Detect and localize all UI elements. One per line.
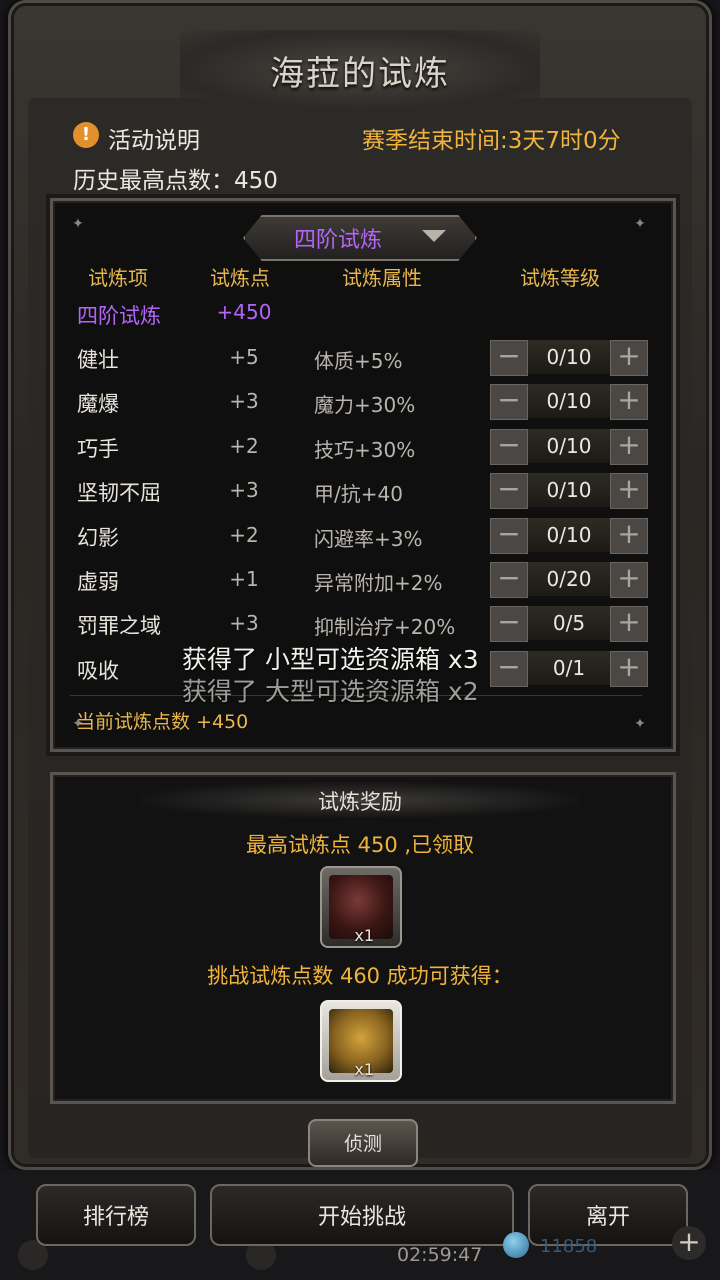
trial-row-level: 0/10 xyxy=(528,518,610,552)
trial-row-name: 吸收 xyxy=(77,659,119,683)
decrease-button[interactable]: − xyxy=(490,429,528,465)
trial-row-attribute: 魔力+30% xyxy=(314,393,416,417)
item-count: x1 xyxy=(354,1060,374,1079)
reward-toast: 获得了 小型可选资源箱 x3 xyxy=(182,645,479,674)
decrease-button[interactable]: − xyxy=(490,651,528,687)
add-currency-button[interactable]: + xyxy=(672,1226,706,1260)
column-header: 试炼属性 xyxy=(342,266,422,290)
increase-button[interactable]: + xyxy=(610,606,648,642)
trial-row-level: 0/1 xyxy=(528,651,610,685)
start-challenge-label: 开始挑战 xyxy=(317,1205,406,1230)
corner-star-icon: ✦ xyxy=(634,216,646,232)
column-header: 试炼点 xyxy=(210,266,270,290)
trial-row-name: 巧手 xyxy=(77,437,119,461)
reward-item-slot[interactable]: x1 xyxy=(320,866,402,948)
increase-button[interactable]: + xyxy=(610,340,648,376)
trial-row-attribute: 抑制治疗+20% xyxy=(314,615,456,639)
increase-button[interactable]: + xyxy=(610,429,648,465)
reward-toast: 获得了 大型可选资源箱 x2 xyxy=(182,677,479,706)
season-end-time: 赛季结束时间:3天7时0分 xyxy=(362,128,621,154)
increase-button[interactable]: + xyxy=(610,562,648,598)
decrease-button[interactable]: − xyxy=(490,340,528,376)
decrease-button[interactable]: − xyxy=(490,473,528,509)
corner-star-icon: ✦ xyxy=(72,216,84,232)
trial-row-attribute: 闪避率+3% xyxy=(314,527,423,551)
trial-row-name: 罚罪之域 xyxy=(77,614,161,638)
tier-row-points: +450 xyxy=(216,300,272,324)
tier-row-name: 四阶试炼 xyxy=(77,304,161,328)
trial-row-attribute: 甲/抗+40 xyxy=(314,482,403,506)
gem-icon xyxy=(503,1232,529,1258)
trial-row-level: 0/10 xyxy=(528,340,610,374)
column-header: 试炼项 xyxy=(88,266,148,290)
page-title: 海菈的试炼 xyxy=(270,54,450,94)
increase-button[interactable]: + xyxy=(610,384,648,420)
trial-row-points: +1 xyxy=(229,567,259,591)
item-count: x1 xyxy=(354,926,374,945)
trial-row-points: +2 xyxy=(229,434,259,458)
increase-button[interactable]: + xyxy=(610,651,648,687)
trial-row-level: 0/20 xyxy=(528,562,610,596)
trial-row-level: 0/5 xyxy=(528,606,610,640)
ranking-button-label: 排行榜 xyxy=(82,1205,149,1230)
trial-row-points: +5 xyxy=(229,345,259,369)
trial-row-level: 0/10 xyxy=(528,429,610,463)
trial-row-points: +3 xyxy=(229,611,259,635)
history-best-score: 历史最高点数：450 xyxy=(73,168,278,194)
trial-row-name: 健壮 xyxy=(77,348,119,372)
trial-row-points: +3 xyxy=(229,478,259,502)
tier-selector-label: 四阶试炼 xyxy=(293,228,382,253)
trial-row-points: +3 xyxy=(229,389,259,413)
trial-row-level: 0/10 xyxy=(528,384,610,418)
gem-count: 11858 xyxy=(540,1236,598,1257)
leave-button-label: 离开 xyxy=(585,1205,630,1230)
trial-row-points: +2 xyxy=(229,523,259,547)
decrease-button[interactable]: − xyxy=(490,384,528,420)
current-points: 当前试炼点数 +450 xyxy=(76,711,249,733)
increase-button[interactable]: + xyxy=(610,518,648,554)
activity-info-link[interactable]: 活动说明 xyxy=(108,121,200,155)
decrease-button[interactable]: − xyxy=(490,518,528,554)
trial-row-attribute: 异常附加+2% xyxy=(314,571,443,595)
increase-button[interactable]: + xyxy=(610,473,648,509)
trial-row-name: 坚韧不屈 xyxy=(77,481,161,505)
chevron-down-icon[interactable] xyxy=(422,230,446,242)
reward-title: 试炼奖励 xyxy=(318,790,402,814)
trial-row-level: 0/10 xyxy=(528,473,610,507)
trial-row-attribute: 体质+5% xyxy=(314,349,403,373)
detect-button-label: 侦测 xyxy=(343,1133,382,1155)
decrease-button[interactable]: − xyxy=(490,606,528,642)
trial-row-name: 魔爆 xyxy=(77,392,119,416)
reward-item-slot[interactable]: x1 xyxy=(320,1000,402,1082)
warning-icon[interactable]: ! xyxy=(73,122,99,148)
column-header: 试炼等级 xyxy=(520,266,600,290)
corner-star-icon: ✦ xyxy=(634,716,646,732)
reward-claimed-text: 最高试炼点 450 ,已领取 xyxy=(245,833,475,857)
reward-challenge-text: 挑战试炼点数 460 成功可获得： xyxy=(207,964,513,988)
decrease-button[interactable]: − xyxy=(490,562,528,598)
trial-row-attribute: 技巧+30% xyxy=(314,438,416,462)
trial-row-name: 幻影 xyxy=(77,526,119,550)
timer: 02:59:47 xyxy=(397,1244,483,1266)
trial-row-name: 虚弱 xyxy=(77,570,119,594)
